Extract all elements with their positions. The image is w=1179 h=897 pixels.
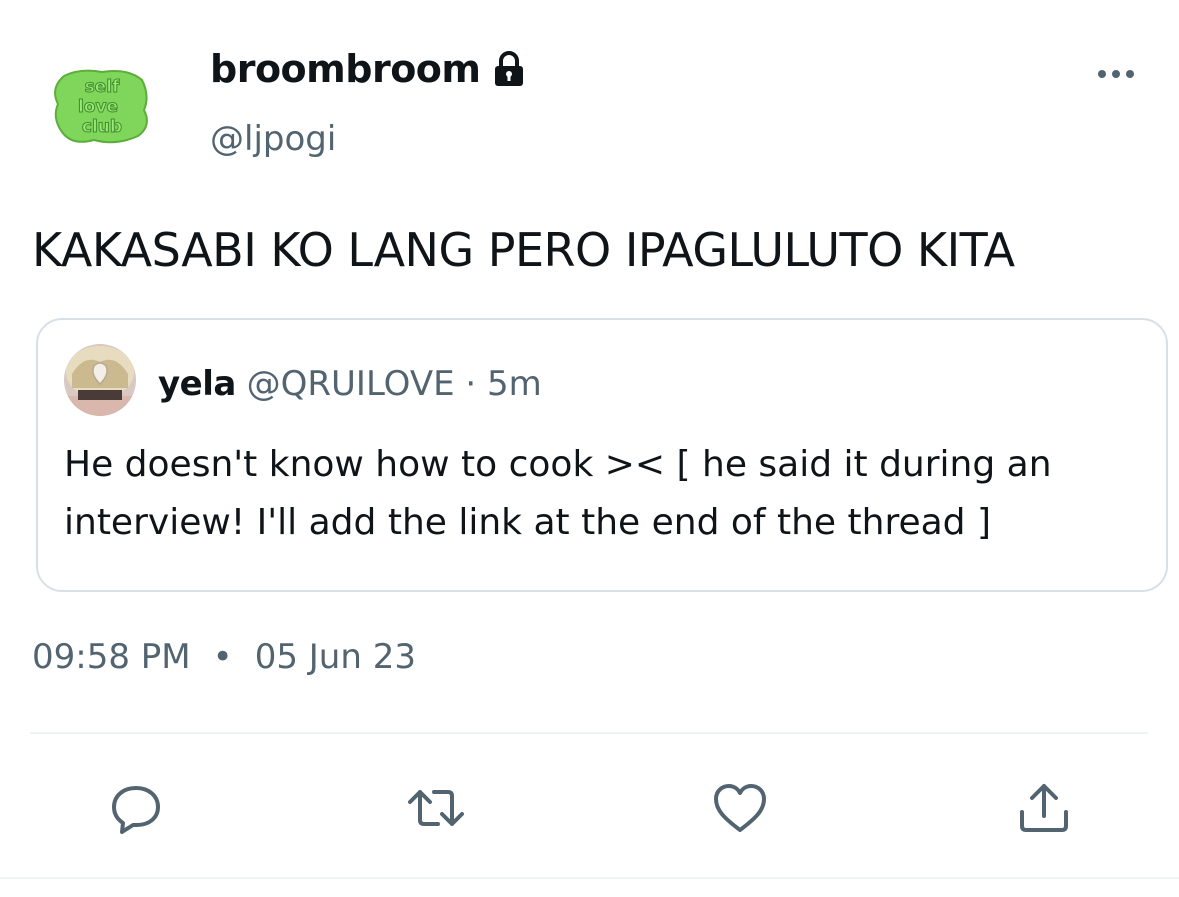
heart-icon xyxy=(714,784,766,832)
author-name-row[interactable]: broombroom xyxy=(210,44,529,94)
quote-author-name[interactable]: yela xyxy=(158,364,236,404)
timestamp-separator: • xyxy=(212,637,233,677)
retweet-icon xyxy=(408,790,464,826)
lock-icon xyxy=(489,49,529,89)
author-display-name[interactable]: broombroom xyxy=(210,44,481,94)
bottom-divider xyxy=(0,877,1179,879)
quote-text-line: interview! I'll add the link at the end … xyxy=(64,502,992,543)
svg-text:love: love xyxy=(78,97,118,117)
tweet-timestamp[interactable]: 09:58 PM • 05 Jun 23 xyxy=(32,632,416,682)
like-button[interactable] xyxy=(708,776,772,840)
share-icon xyxy=(1020,784,1068,832)
tweet-date: 05 Jun 23 xyxy=(254,637,416,677)
self-love-club-logo: self love club xyxy=(54,69,148,144)
author-handle[interactable]: @ljpogi xyxy=(210,116,336,162)
svg-text:self: self xyxy=(85,77,120,97)
tweet-time: 09:58 PM xyxy=(32,637,191,677)
reply-button[interactable] xyxy=(104,776,168,840)
tweet-text: KAKASABI KO LANG PERO IPAGLULUTO KITA xyxy=(32,223,1015,277)
more-options-icon[interactable] xyxy=(1094,64,1138,84)
quote-separator: · xyxy=(465,364,477,404)
retweet-button[interactable] xyxy=(404,776,468,840)
quote-text: He doesn't know how to cook >< [ he said… xyxy=(64,436,1144,552)
quote-text-line: He doesn't know how to cook >< [ he said… xyxy=(64,444,1052,485)
quote-time[interactable]: 5m xyxy=(487,364,542,404)
quote-author-avatar[interactable] xyxy=(64,344,136,416)
author-avatar[interactable]: self love club xyxy=(50,66,154,146)
quote-author-handle[interactable]: @QRUILOVE xyxy=(247,364,455,404)
quote-header: yela @QRUILOVE · 5m xyxy=(158,360,542,408)
reply-icon xyxy=(112,786,160,834)
share-button[interactable] xyxy=(1012,776,1076,840)
divider xyxy=(30,732,1148,734)
svg-text:club: club xyxy=(82,117,122,137)
